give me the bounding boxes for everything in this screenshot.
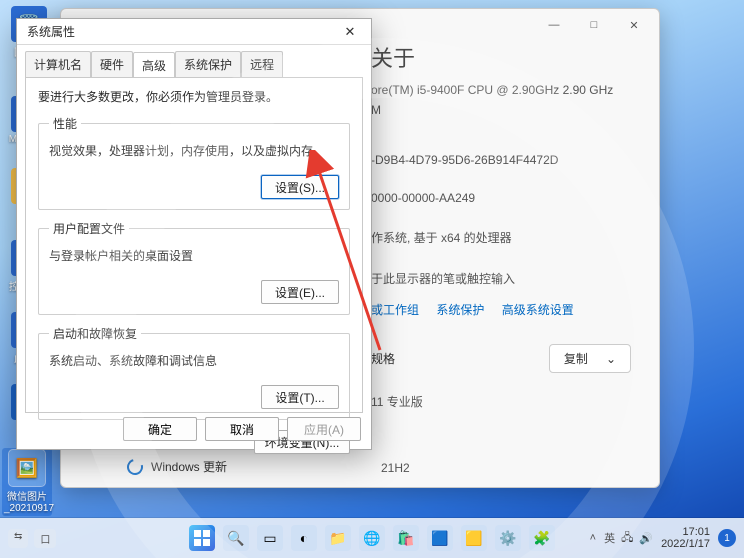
group-performance-legend: 性能 xyxy=(49,115,81,132)
taskbar-left: ⇆ 口 xyxy=(8,529,56,548)
tray-clock[interactable]: 17:01 2022/1/17 xyxy=(661,526,710,550)
about-arch: 作系统, 基于 x64 的处理器 xyxy=(371,229,631,246)
taskbar-app1[interactable]: 🟦 xyxy=(427,525,453,551)
settings-close-button[interactable]: ✕ xyxy=(615,11,653,39)
system-properties-dialog: 系统属性 ✕ 计算机名 硬件 高级 系统保护 远程 要进行大多数更改，你必须作为… xyxy=(16,18,372,450)
about-pen: 于此显示器的笔或触控输入 xyxy=(371,270,631,287)
system-tray: ˄ 英 🖧 🔊 17:01 2022/1/17 1 xyxy=(590,518,736,558)
windows-logo-icon xyxy=(194,530,210,546)
link-workgroup[interactable]: 或工作组 xyxy=(371,303,419,317)
group-user-profile-legend: 用户配置文件 xyxy=(49,220,129,237)
ok-button[interactable]: 确定 xyxy=(123,417,197,441)
taskbar-settings[interactable]: ⚙️ xyxy=(495,525,521,551)
about-links: 或工作组 系统保护 高级系统设置 xyxy=(371,301,631,318)
cancel-button[interactable]: 取消 xyxy=(205,417,279,441)
about-edition: 11 专业版 xyxy=(371,393,631,410)
apply-button[interactable]: 应用(A) xyxy=(287,417,361,441)
volume-icon: 🔊 xyxy=(639,532,653,545)
settings-maximize-button[interactable]: □ xyxy=(575,11,613,39)
about-cpu: ore(TM) i5-9400F CPU @ 2.90GHz 2.90 GHz xyxy=(371,83,631,97)
taskbar-explorer[interactable]: 📁 xyxy=(325,525,351,551)
taskbar-app3[interactable]: 🧩 xyxy=(529,525,555,551)
sidebar-item-windows-update[interactable]: Windows 更新 xyxy=(127,458,227,475)
sysprop-titlebar: 系统属性 ✕ xyxy=(17,19,371,45)
spec-label: 规格 xyxy=(371,350,395,367)
tray-chevron-icon[interactable]: ˄ xyxy=(590,532,596,544)
performance-settings-button[interactable]: 设置(S)... xyxy=(261,175,339,199)
user-profile-settings-button[interactable]: 设置(E)... xyxy=(261,280,339,304)
about-ram: M xyxy=(371,103,631,117)
network-icon: 🖧 xyxy=(621,529,633,548)
link-system-protection[interactable]: 系统保护 xyxy=(436,303,484,317)
taskbar: ⇆ 口 🔍 ▭ ◐ 📁 🌐 🛍️ 🟦 🟨 ⚙️ 🧩 ˄ 英 🖧 🔊 xyxy=(0,518,744,558)
start-button[interactable] xyxy=(189,525,215,551)
group-startup-desc: 系统启动、系统故障和调试信息 xyxy=(49,352,339,369)
tab-system-protection[interactable]: 系统保护 xyxy=(175,51,241,77)
taskbar-center: 🔍 ▭ ◐ 📁 🌐 🛍️ 🟦 🟨 ⚙️ 🧩 xyxy=(189,525,555,551)
admin-hint: 要进行大多数更改，你必须作为管理员登录。 xyxy=(38,88,350,105)
taskbar-store[interactable]: 🛍️ xyxy=(393,525,419,551)
copy-specs-button[interactable]: 复制 ⌄ xyxy=(549,344,631,373)
taskbar-chip-1[interactable]: ⇆ xyxy=(8,529,28,548)
chevron-down-icon: ⌄ xyxy=(606,352,616,366)
tab-computer-name[interactable]: 计算机名 xyxy=(25,51,91,77)
sysprop-close-button[interactable]: ✕ xyxy=(335,21,365,43)
sysprop-tabs: 计算机名 硬件 高级 系统保护 远程 xyxy=(17,45,371,77)
sysprop-dialog-buttons: 确定 取消 应用(A) xyxy=(123,417,361,441)
tray-notification-badge[interactable]: 1 xyxy=(718,529,736,547)
taskbar-chip-2[interactable]: 口 xyxy=(34,529,56,548)
tray-ime[interactable]: 英 🖧 🔊 xyxy=(604,529,653,548)
taskbar-search[interactable]: 🔍 xyxy=(223,525,249,551)
desktop-icon-image[interactable]: 🖼️微信图片_20210917 xyxy=(2,448,52,516)
group-performance: 性能 视觉效果，处理器计划，内存使用，以及虚拟内存 设置(S)... xyxy=(38,115,350,210)
link-advanced-system[interactable]: 高级系统设置 xyxy=(502,303,574,317)
taskbar-edge[interactable]: 🌐 xyxy=(359,525,385,551)
desktop: 🗑️回收站 🌐Microsoft Edge 📁文档 ⚙️控制面板 🖥️此电脑 ⚙… xyxy=(0,0,744,558)
about-version: 21H2 xyxy=(381,461,410,475)
group-performance-desc: 视觉效果，处理器计划，内存使用，以及虚拟内存 xyxy=(49,142,339,159)
group-user-profile: 用户配置文件 与登录帐户相关的桌面设置 设置(E)... xyxy=(38,220,350,315)
taskbar-widgets[interactable]: ◐ xyxy=(291,525,317,551)
about-heading: 关于 xyxy=(371,41,631,73)
group-startup-legend: 启动和故障恢复 xyxy=(49,325,141,342)
sysprop-tabpanel-advanced: 要进行大多数更改，你必须作为管理员登录。 性能 视觉效果，处理器计划，内存使用，… xyxy=(25,77,363,413)
tab-advanced[interactable]: 高级 xyxy=(133,52,175,78)
taskbar-taskview[interactable]: ▭ xyxy=(257,525,283,551)
settings-minimize-button[interactable]: — xyxy=(535,11,573,39)
group-startup-recovery: 启动和故障恢复 系统启动、系统故障和调试信息 设置(T)... xyxy=(38,325,350,420)
tab-hardware[interactable]: 硬件 xyxy=(91,51,133,77)
update-icon xyxy=(124,456,146,478)
taskbar-app2[interactable]: 🟨 xyxy=(461,525,487,551)
about-deviceid: -D9B4-4D79-95D6-26B914F4472D xyxy=(371,153,631,167)
about-productid: 0000-00000-AA249 xyxy=(371,191,631,205)
sysprop-title: 系统属性 xyxy=(27,23,75,40)
tab-remote[interactable]: 远程 xyxy=(241,51,283,77)
startup-settings-button[interactable]: 设置(T)... xyxy=(261,385,339,409)
group-user-profile-desc: 与登录帐户相关的桌面设置 xyxy=(49,247,339,264)
